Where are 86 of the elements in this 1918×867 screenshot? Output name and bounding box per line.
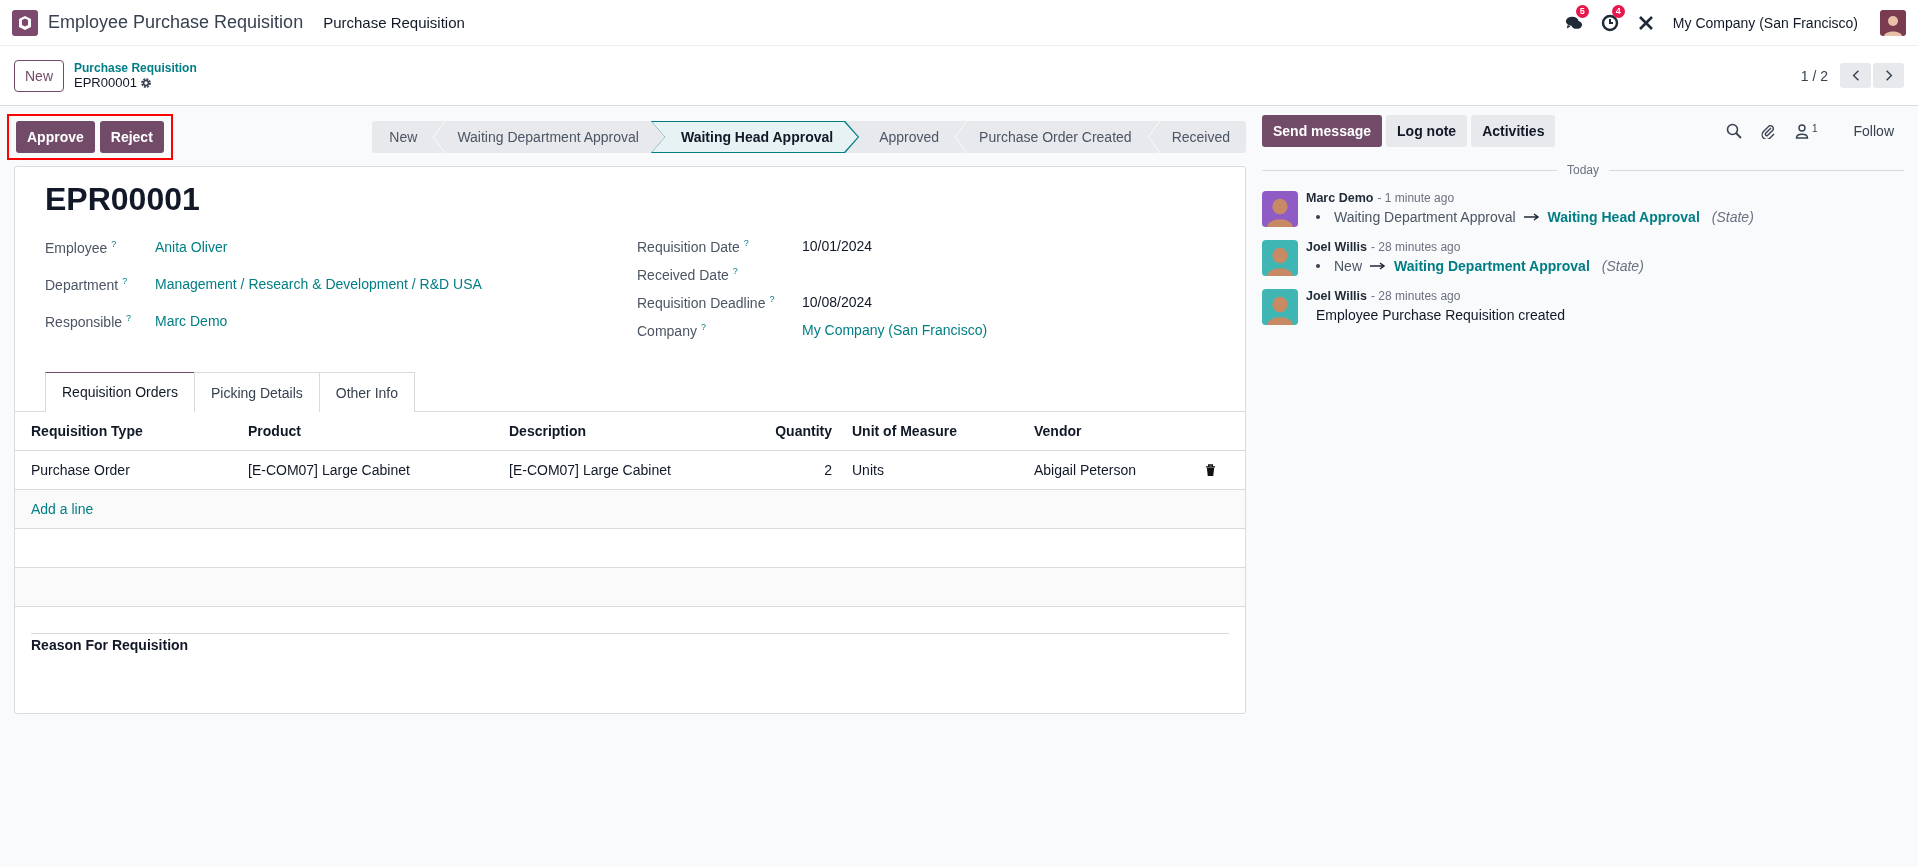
tab[interactable]: Other Info xyxy=(318,372,416,412)
arrow-icon xyxy=(1523,213,1540,221)
column-header[interactable]: Description xyxy=(509,423,760,439)
chatter-button[interactable]: Send message xyxy=(1262,114,1383,147)
tracked-field: (State) xyxy=(1711,209,1754,225)
tracked-field: (State) xyxy=(1601,258,1644,274)
help-mark[interactable]: ? xyxy=(700,321,706,332)
search-icon[interactable] xyxy=(1725,122,1742,139)
help-mark[interactable]: ? xyxy=(126,312,132,323)
message-time: - 28 minutes ago xyxy=(1371,240,1461,254)
message-time: - 1 minute ago xyxy=(1377,191,1455,205)
chevron-right-icon xyxy=(1884,69,1893,82)
new-button[interactable]: New xyxy=(14,59,64,92)
message-time: - 28 minutes ago xyxy=(1371,289,1461,303)
help-mark[interactable]: ? xyxy=(122,275,128,286)
message-author[interactable]: Joel Willis xyxy=(1306,240,1368,254)
app-title[interactable]: Employee Purchase Requisition xyxy=(48,12,304,33)
old-value: Waiting Department Approval xyxy=(1334,209,1516,225)
field-text: 10/08/2024 xyxy=(802,294,873,310)
new-value: Waiting Head Approval xyxy=(1547,209,1700,225)
table-cell-text: Units xyxy=(851,462,885,478)
gear-icon[interactable] xyxy=(139,76,152,89)
table-cell-text: [E-COM07] Large Cabinet xyxy=(248,462,411,478)
column-header[interactable]: Vendor xyxy=(1034,423,1205,439)
message-count-badge: 5 xyxy=(1575,4,1589,18)
field-label: Requisition Deadline xyxy=(637,294,766,311)
company-switcher[interactable]: My Company (San Francisco) xyxy=(1672,14,1858,31)
column-header[interactable]: Unit of Measure xyxy=(840,423,1034,439)
field-link[interactable]: Anita Oliver xyxy=(155,239,228,255)
message-text: Employee Purchase Requisition created xyxy=(1315,307,1566,323)
column-header[interactable]: Requisition Type xyxy=(31,423,248,439)
column-header[interactable]: Product xyxy=(248,423,509,439)
person-icon[interactable] xyxy=(1793,122,1810,139)
app-logo-icon[interactable] xyxy=(12,9,38,36)
table-cell-text: Purchase Order xyxy=(31,462,131,478)
next-button[interactable] xyxy=(1873,63,1904,88)
stage-button[interactable]: New xyxy=(372,121,434,153)
chatter-button[interactable]: Activities xyxy=(1471,114,1556,147)
add-line-link[interactable]: Add a line xyxy=(31,501,94,517)
record-name: EPR00001 xyxy=(74,75,137,90)
message-author[interactable]: Joel Willis xyxy=(1306,289,1368,303)
tab[interactable]: Requisition Orders xyxy=(45,372,195,412)
chevron-left-icon xyxy=(1851,69,1860,82)
field-link[interactable]: Marc Demo xyxy=(155,313,228,329)
field-text: 10/01/2024 xyxy=(802,238,873,254)
help-mark[interactable]: ? xyxy=(769,293,775,304)
trash-icon[interactable] xyxy=(1205,463,1216,477)
field-label: Company xyxy=(637,322,697,339)
section-heading: Reason For Requisition xyxy=(31,637,189,653)
field-link[interactable]: My Company (San Francisco) xyxy=(802,322,988,338)
table-cell-text: [E-COM07] Large Cabinet xyxy=(509,462,672,478)
old-value: New xyxy=(1334,258,1362,274)
field-label: Responsible xyxy=(45,313,123,330)
menu-item[interactable]: Purchase Requisition xyxy=(323,14,465,31)
follow-button[interactable]: Follow xyxy=(1843,116,1904,145)
activity-count-badge: 4 xyxy=(1611,4,1625,18)
clock-icon[interactable] xyxy=(1600,13,1619,32)
action-button[interactable]: Reject xyxy=(99,121,164,153)
field-label: Department xyxy=(45,276,119,293)
column-header[interactable]: Quantity xyxy=(760,423,840,439)
pager-value: 1 / 2 xyxy=(1800,67,1828,84)
field-label: Received Date xyxy=(637,266,729,283)
arrow-icon xyxy=(1370,262,1386,270)
stage-button[interactable]: Waiting Head Approval xyxy=(650,121,860,153)
previous-button[interactable] xyxy=(1840,63,1871,88)
help-mark[interactable]: ? xyxy=(732,265,738,276)
new-value: Waiting Department Approval xyxy=(1394,258,1590,274)
date-separator: Today xyxy=(1567,163,1599,177)
stage-button[interactable]: Received xyxy=(1147,121,1246,153)
tab[interactable]: Picking Details xyxy=(193,372,320,412)
field-label: Employee xyxy=(45,239,108,256)
table-cell-text: 2 xyxy=(823,462,833,478)
record-title: EPR00001 xyxy=(45,181,201,218)
help-mark[interactable]: ? xyxy=(743,237,749,248)
user-avatar[interactable] xyxy=(1880,9,1906,36)
table-cell-text: Abigail Peterson xyxy=(1034,462,1137,478)
stage-button[interactable]: Purchase Order Created xyxy=(955,121,1148,153)
help-mark[interactable]: ? xyxy=(111,238,117,249)
message-author[interactable]: Marc Demo xyxy=(1306,191,1374,205)
paperclip-icon[interactable] xyxy=(1759,122,1776,139)
field-link[interactable]: Management / Research & Development / R&D USA xyxy=(155,276,482,292)
breadcrumb-link[interactable]: Purchase Requisition xyxy=(74,61,197,75)
follower-count: 1 xyxy=(1811,122,1818,134)
action-button[interactable]: Approve xyxy=(16,121,95,153)
chatter-button[interactable]: Log note xyxy=(1386,114,1468,147)
field-label: Requisition Date xyxy=(637,238,740,255)
